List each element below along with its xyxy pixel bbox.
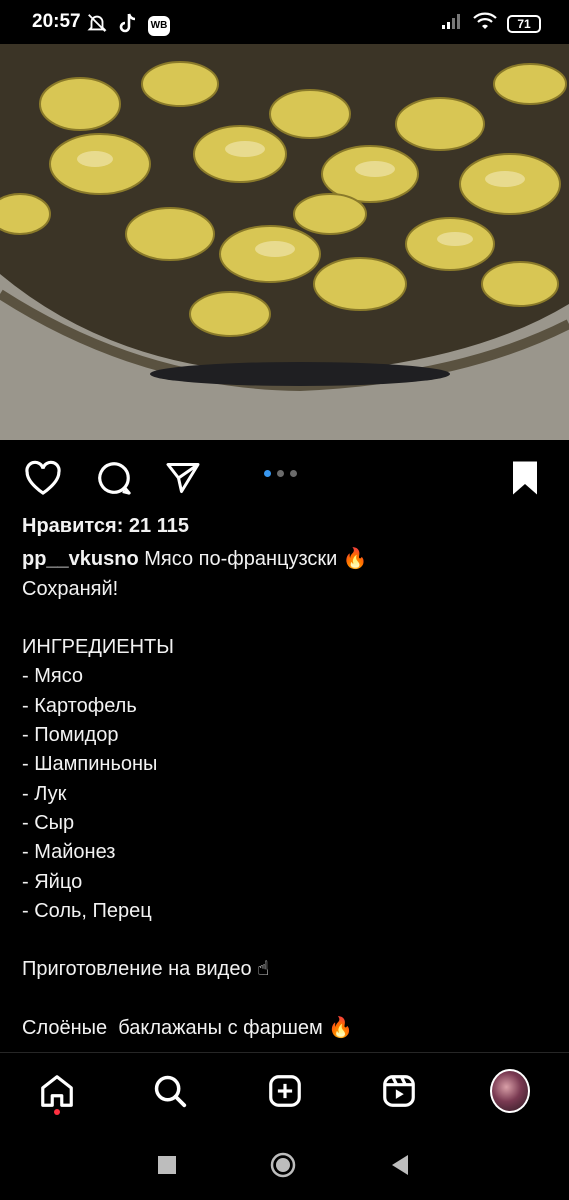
caption-line: - Сыр	[22, 811, 75, 834]
caption-line: - Майонез	[22, 841, 116, 864]
signal-icon	[441, 12, 463, 35]
caption-line: - Лук	[22, 782, 67, 805]
home-icon[interactable]	[37, 1071, 77, 1111]
home-button[interactable]	[268, 1150, 298, 1180]
notification-dot	[54, 1109, 60, 1115]
caption-line: Мясо по-французски 🔥	[144, 548, 368, 571]
recent-apps-button[interactable]	[152, 1150, 182, 1180]
carousel-dot	[290, 470, 297, 477]
wb-app-icon: WB	[148, 15, 170, 36]
send-icon[interactable]	[163, 458, 203, 498]
comment-icon[interactable]	[94, 458, 134, 498]
caption-line: - Соль, Перец	[22, 899, 152, 922]
carousel-dot-active	[264, 470, 271, 477]
post-caption: Нравится: 21 115 pp__vkusno Мясо по-фран…	[22, 512, 552, 1043]
caption-line: - Шампиньоны	[22, 753, 158, 776]
caption-line: ИНГРЕДИЕНТЫ	[22, 636, 174, 659]
caption-line	[22, 985, 552, 1014]
carousel-dot	[277, 470, 284, 477]
status-bar: 20:57 WB 71	[0, 0, 569, 44]
post-username[interactable]: pp__vkusno	[22, 548, 139, 570]
caption-line: - Картофель	[22, 694, 137, 717]
caption-line: - Яйцо	[22, 870, 83, 893]
tiktok-icon	[118, 12, 138, 39]
caption-line: Сохраняй!	[22, 577, 119, 600]
status-time: 20:57	[32, 11, 81, 32]
carousel-indicator	[264, 470, 297, 477]
profile-avatar[interactable]	[490, 1069, 530, 1113]
system-icons: 71	[441, 12, 541, 35]
create-icon[interactable]	[265, 1071, 305, 1111]
post-actions	[0, 448, 569, 504]
likes-count[interactable]: Нравится: 21 115	[22, 512, 552, 541]
heart-icon[interactable]	[23, 458, 63, 498]
caption-line: Приготовление на видео ☝	[22, 958, 270, 981]
caption-line: Слоёные баклажаны с фаршем 🔥	[22, 1017, 354, 1040]
alarm-off-icon	[86, 12, 108, 39]
post-video[interactable]	[0, 44, 569, 440]
system-navigation	[0, 1130, 569, 1200]
caption-line	[22, 604, 552, 633]
search-icon[interactable]	[150, 1071, 190, 1111]
battery-indicator: 71	[507, 14, 541, 33]
bookmark-icon[interactable]	[505, 458, 545, 498]
bottom-navigation	[0, 1052, 569, 1131]
back-button[interactable]	[385, 1150, 415, 1180]
wifi-icon	[473, 12, 497, 35]
caption-line: - Мясо	[22, 665, 84, 688]
avatar	[490, 1069, 530, 1113]
notification-icons: WB	[86, 12, 170, 39]
reels-icon[interactable]	[379, 1071, 419, 1111]
caption-line: - Помидор	[22, 724, 119, 747]
mushrooms-image	[0, 44, 569, 440]
caption-line	[22, 926, 552, 955]
